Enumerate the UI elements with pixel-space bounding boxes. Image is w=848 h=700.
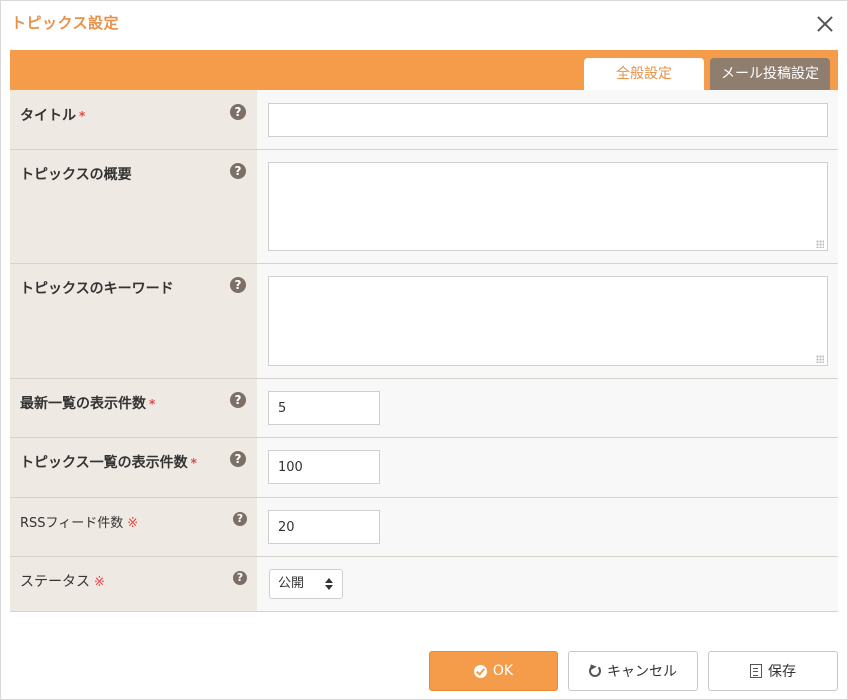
topics-settings-dialog: トピックス設定 全般設定 メール投稿設定 タイトル * ? トピックスの概要 ? …: [0, 0, 848, 700]
help-icon[interactable]: ?: [230, 392, 246, 408]
required-note-mark: ※: [127, 516, 139, 531]
summary-textarea[interactable]: [268, 162, 828, 251]
required-note-mark: ※: [94, 575, 105, 590]
list-count-input[interactable]: [268, 450, 380, 484]
tab-general-settings[interactable]: 全般設定: [584, 58, 704, 90]
cancel-button[interactable]: キャンセル: [568, 651, 698, 691]
help-icon[interactable]: ?: [230, 163, 246, 179]
form-row-keywords: トピックスのキーワード ?: [10, 264, 838, 379]
title-label: タイトル *: [20, 108, 86, 124]
form-row-latest-count: 最新一覧の表示件数 * ?: [10, 379, 838, 438]
status-select[interactable]: 公開: [269, 569, 343, 599]
title-input[interactable]: [268, 103, 828, 137]
summary-label: トピックスの概要: [20, 167, 132, 183]
form-row-list-count: トピックス一覧の表示件数 * ?: [10, 438, 838, 498]
help-icon[interactable]: ?: [230, 104, 246, 120]
rss-count-label: RSSフィード件数 ※: [20, 516, 139, 531]
form-row-status: ステータス ※ ? 公開: [10, 557, 838, 612]
sort-arrows-icon: [325, 578, 333, 590]
resize-grip-icon[interactable]: [816, 240, 824, 248]
help-icon[interactable]: ?: [230, 277, 246, 293]
resize-grip-icon[interactable]: [816, 355, 824, 363]
required-mark: *: [190, 456, 197, 470]
ok-button[interactable]: OK: [429, 651, 558, 691]
form-row-summary: トピックスの概要 ?: [10, 150, 838, 264]
latest-count-input[interactable]: [268, 391, 380, 425]
latest-count-label: 最新一覧の表示件数 *: [20, 396, 156, 412]
save-button-label: 保存: [768, 664, 796, 680]
cancel-button-label: キャンセル: [607, 664, 677, 680]
keywords-textarea[interactable]: [268, 276, 828, 366]
rss-count-input[interactable]: [268, 510, 380, 544]
help-icon[interactable]: ?: [233, 571, 247, 585]
dialog-title: トピックス設定: [11, 14, 120, 32]
form-row-rss-count: RSSフィード件数 ※ ?: [10, 498, 838, 557]
document-icon: [750, 664, 762, 678]
status-selected-value: 公開: [278, 576, 305, 591]
required-mark: *: [79, 109, 86, 123]
undo-icon: [589, 665, 601, 677]
form-row-title: タイトル * ?: [10, 90, 838, 150]
tab-bar: 全般設定 メール投稿設定: [10, 50, 838, 90]
save-button[interactable]: 保存: [708, 651, 838, 691]
help-icon[interactable]: ?: [233, 512, 247, 526]
close-icon[interactable]: [814, 13, 836, 35]
keywords-label: トピックスのキーワード: [20, 281, 174, 297]
check-circle-icon: [473, 664, 487, 678]
list-count-label: トピックス一覧の表示件数 *: [20, 455, 197, 471]
required-mark: *: [149, 397, 156, 411]
status-label: ステータス ※: [20, 574, 105, 590]
settings-form: タイトル * ? トピックスの概要 ? トピックスのキーワード ? 最新一覧の表示…: [10, 90, 838, 612]
ok-button-label: OK: [492, 663, 514, 679]
tab-mail-post-settings[interactable]: メール投稿設定: [710, 58, 830, 90]
help-icon[interactable]: ?: [230, 451, 246, 467]
